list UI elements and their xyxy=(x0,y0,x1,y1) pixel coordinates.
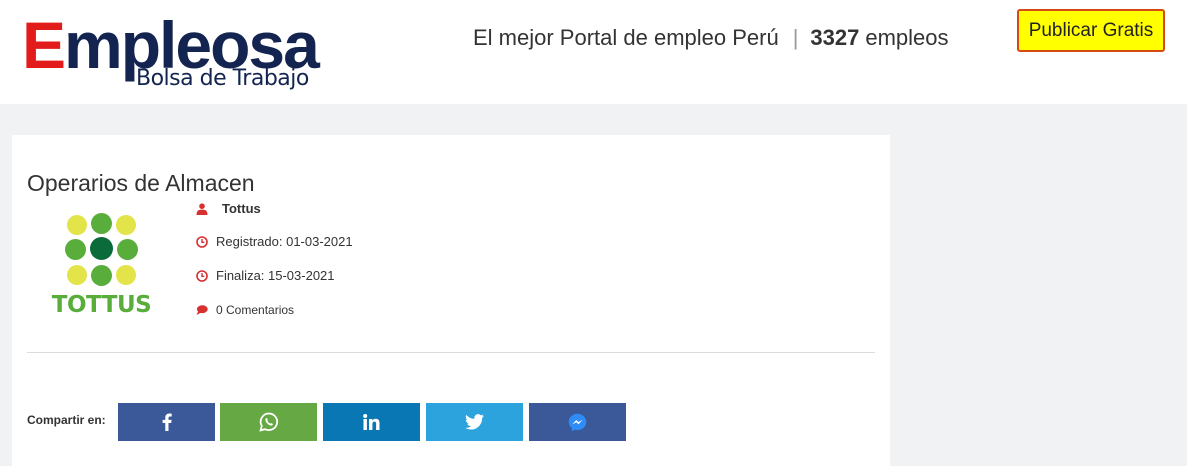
header-tagline: El mejor Portal de empleo Perú | 3327 emple… xyxy=(473,24,949,52)
tagline-text: El mejor Portal de empleo Perú xyxy=(473,25,779,50)
company-name-row: Tottus xyxy=(196,201,261,217)
clock-icon xyxy=(196,236,208,248)
ends-row: Finaliza: 15-03-2021 xyxy=(196,268,335,284)
twitter-icon xyxy=(465,414,484,430)
logo-dot xyxy=(91,265,112,286)
logo-dot xyxy=(90,237,113,260)
facebook-icon xyxy=(162,413,172,431)
user-icon xyxy=(196,203,208,215)
company-name[interactable]: Tottus xyxy=(222,201,261,216)
publish-free-button[interactable]: Publicar Gratis xyxy=(1017,9,1165,52)
share-messenger-button[interactable] xyxy=(529,403,626,441)
tagline-separator: | xyxy=(792,25,799,50)
linkedin-icon xyxy=(363,414,380,430)
company-logo: TOTTUS xyxy=(44,211,159,321)
comments-count[interactable]: 0 Comentarios xyxy=(216,303,294,317)
logo-dot xyxy=(67,215,87,235)
job-card: Operarios de Almacen TOTTUS Tottus Regis… xyxy=(12,135,890,466)
messenger-icon xyxy=(568,413,587,431)
clock-icon xyxy=(196,270,208,282)
registered-row: Registrado: 01-03-2021 xyxy=(196,234,353,250)
divider xyxy=(27,352,875,353)
registered-date: Registrado: 01-03-2021 xyxy=(216,234,353,249)
share-facebook-button[interactable] xyxy=(118,403,215,441)
job-title: Operarios de Almacen xyxy=(27,170,255,196)
job-count-label: empleos xyxy=(865,25,949,50)
logo-dot xyxy=(91,213,112,234)
share-label: Compartir en: xyxy=(27,413,106,427)
logo-dot xyxy=(116,215,136,235)
company-logo-text: TOTTUS xyxy=(51,292,152,318)
whatsapp-icon xyxy=(258,412,278,432)
job-count: 3327 xyxy=(810,25,860,50)
empleosa-logo[interactable]: Empleosa Bolsa de Trabajo xyxy=(22,10,322,96)
logo-subtitle: Bolsa de Trabajo xyxy=(136,66,309,91)
logo-dot xyxy=(117,239,138,260)
share-whatsapp-button[interactable] xyxy=(220,403,317,441)
logo-dot xyxy=(116,265,136,285)
share-twitter-button[interactable] xyxy=(426,403,523,441)
site-header: Empleosa Bolsa de Trabajo El mejor Porta… xyxy=(0,0,1187,104)
logo-dot xyxy=(65,239,86,260)
share-linkedin-button[interactable] xyxy=(323,403,420,441)
comment-icon xyxy=(196,305,208,315)
end-date: Finaliza: 15-03-2021 xyxy=(216,268,335,283)
logo-first-letter: E xyxy=(22,8,66,82)
logo-dot xyxy=(67,265,87,285)
comments-row: 0 Comentarios xyxy=(196,302,294,318)
